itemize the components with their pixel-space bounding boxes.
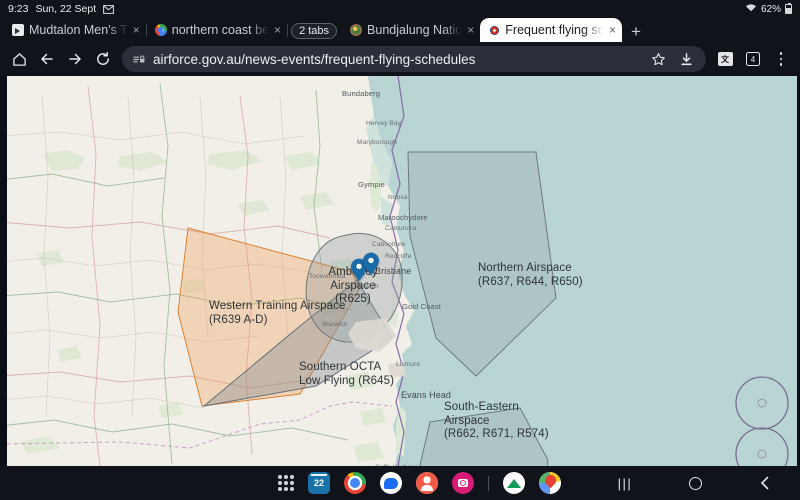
recents-button[interactable]: ||| [609, 471, 641, 495]
place-label: Caboolture [372, 241, 406, 248]
tab-northern-coast[interactable]: northern coast be × [147, 18, 287, 42]
home-icon[interactable] [6, 46, 32, 72]
browser-window: 9:23 Sun, 22 Sept 62% Mudtalon Men's T ×… [0, 0, 800, 500]
gmail-icon [103, 4, 115, 14]
place-label: Bundaberg [342, 89, 381, 98]
android-taskbar: 22 ||| [0, 466, 800, 500]
tab-frequent-flying-schedules[interactable]: Frequent flying sc × [480, 18, 622, 42]
place-label: Hervey Bay [366, 120, 402, 127]
tab-count: 4 [746, 52, 760, 66]
tab-close-icon[interactable]: × [274, 24, 281, 36]
android-nav-bar: ||| [590, 466, 800, 500]
calendar-day: 22 [313, 478, 324, 488]
place-label: Toowoomba [309, 273, 346, 280]
download-icon[interactable] [676, 49, 696, 69]
url-text[interactable]: airforce.gov.au/news-events/frequent-fly… [153, 52, 640, 67]
reload-icon[interactable] [90, 46, 116, 72]
document-icon [12, 24, 24, 36]
messages-icon[interactable] [380, 472, 402, 494]
map-viewport[interactable]: Northern Airspace (R637, R644, R650) Amb… [0, 76, 800, 466]
arrow-right-icon[interactable] [62, 46, 88, 72]
tab-counter-icon[interactable]: 4 [740, 46, 766, 72]
battery-percent: 62% [760, 3, 781, 15]
tab-label: Frequent flying sc [505, 23, 604, 37]
permissions-icon[interactable] [132, 53, 145, 66]
status-date: Sun, 22 Sept [35, 3, 97, 15]
place-label: Warwick [322, 321, 348, 328]
place-label: Gympie [358, 180, 385, 189]
tab-close-icon[interactable]: × [609, 24, 616, 36]
translate-icon[interactable]: 文 [712, 46, 738, 72]
tab-divider [287, 23, 289, 37]
wifi-icon [745, 3, 757, 15]
app-drawer-icon[interactable] [278, 475, 294, 491]
tab-group-chip[interactable]: 2 tabs [291, 23, 338, 39]
star-icon[interactable] [648, 49, 668, 69]
place-label: Ipswich [356, 283, 379, 290]
place-label: Lismore [396, 361, 421, 368]
place-label: Maroochydore [378, 213, 428, 222]
place-label: Maryborough [357, 139, 397, 146]
tab-label: northern coast be [171, 23, 270, 37]
label-southern-octa: Southern OCTA Low Flying (R645) [299, 361, 395, 387]
contacts-icon[interactable] [416, 472, 438, 494]
tab-close-icon[interactable]: × [467, 24, 474, 36]
tab-bundjalung[interactable]: Bundjalung Natio × [342, 18, 480, 42]
tab-label: Mudtalon Men's T [29, 23, 128, 37]
new-tab-button[interactable]: + [622, 23, 650, 40]
label-northern-airspace: Northern Airspace (R637, R644, R650) [478, 262, 583, 288]
tab-strip: Mudtalon Men's T × northern coast be × 2… [0, 18, 800, 42]
battery-icon [785, 2, 792, 14]
place-label: Evans Head [401, 390, 452, 400]
tab-label: Bundjalung Natio [367, 23, 463, 37]
park-icon [350, 24, 363, 36]
taskbar-divider [488, 475, 489, 491]
maps-icon[interactable] [539, 472, 561, 494]
home-button[interactable] [679, 471, 711, 495]
airforce-icon [488, 24, 501, 36]
address-bar[interactable]: airforce.gov.au/news-events/frequent-fly… [122, 46, 706, 72]
camera-icon[interactable] [452, 472, 474, 494]
money-icon[interactable] [503, 472, 525, 494]
browser-toolbar: airforce.gov.au/news-events/frequent-fly… [0, 42, 800, 76]
place-label: Caloundra [385, 225, 417, 232]
android-status-bar: 9:23 Sun, 22 Sept 62% [0, 0, 800, 18]
brisbane-pin[interactable] [362, 252, 380, 276]
three-dot-menu-icon[interactable] [768, 46, 794, 72]
screen-left-bezel [0, 76, 7, 466]
calendar-icon[interactable]: 22 [308, 472, 330, 494]
place-label: Redcliffe [385, 253, 412, 260]
chrome-icon [154, 24, 167, 36]
tab-close-icon[interactable]: × [133, 24, 140, 36]
arrow-left-icon[interactable] [34, 46, 60, 72]
label-south-eastern-airspace: South-Eastern Airspace (R662, R671, R574… [444, 401, 549, 440]
back-button[interactable] [749, 471, 781, 495]
tab-mudtalon[interactable]: Mudtalon Men's T × [4, 18, 146, 42]
place-label: Gold Coast [402, 302, 441, 311]
place-label: Noosa [388, 194, 408, 201]
status-time: 9:23 [8, 3, 29, 15]
chrome-icon[interactable] [344, 472, 366, 494]
place-label: Brisbane [375, 266, 412, 276]
